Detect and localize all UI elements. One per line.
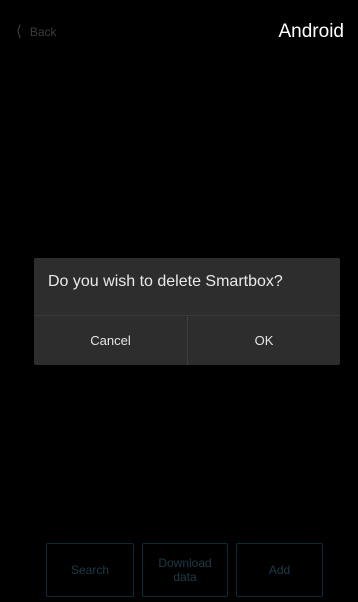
back-button[interactable]: ⟨ Back [16, 24, 57, 39]
download-data-button[interactable]: Download data [142, 543, 228, 597]
platform-label: Android [278, 21, 345, 42]
dialog-message: Do you wish to delete Smartbox? [48, 273, 283, 290]
chevron-left-icon: ⟨ [16, 23, 22, 40]
search-button[interactable]: Search [46, 543, 134, 597]
ok-button[interactable]: OK [187, 316, 340, 365]
add-button[interactable]: Add [236, 543, 323, 597]
delete-confirm-dialog: Do you wish to delete Smartbox? Cancel O… [34, 258, 340, 365]
cancel-button[interactable]: Cancel [34, 316, 187, 365]
back-label: Back [29, 24, 57, 39]
